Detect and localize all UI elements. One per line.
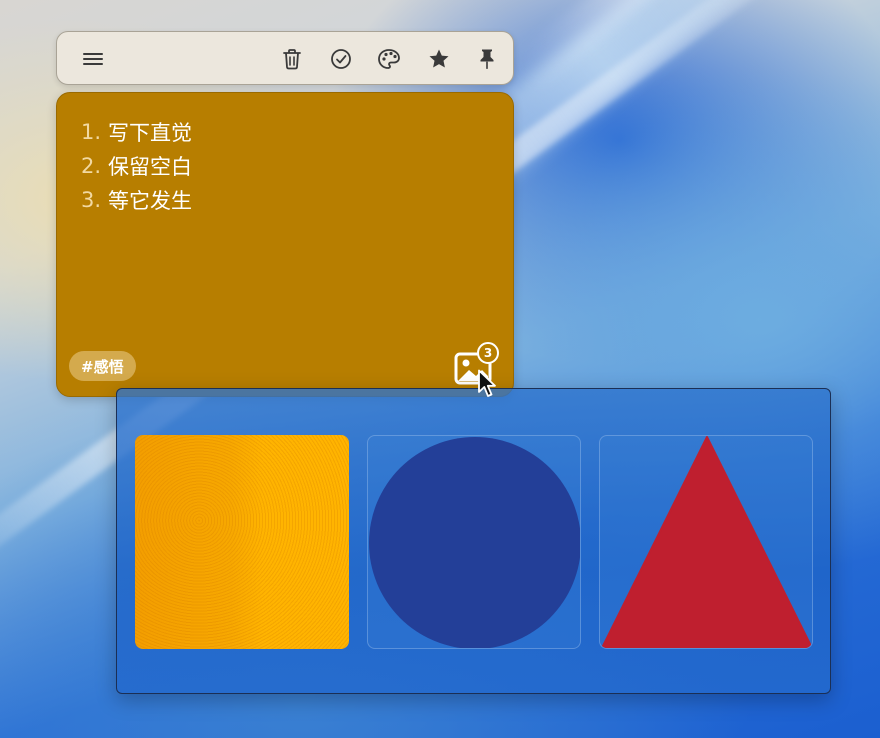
list-item-number: 3. [81, 188, 102, 212]
list-item: 1. 写下直觉 [81, 115, 192, 149]
palette-icon [378, 49, 400, 69]
list-item-number: 1. [81, 120, 102, 144]
trash-icon [283, 49, 301, 70]
tag-chip[interactable]: #感悟 [69, 351, 136, 381]
hamburger-menu-icon [83, 53, 103, 65]
triangle-shape [601, 436, 812, 648]
list-item: 2. 保留空白 [81, 149, 192, 183]
pin-icon [480, 49, 494, 69]
favorite-button[interactable] [425, 45, 453, 73]
desktop-wallpaper: 1. 写下直觉 2. 保留空白 3. 等它发生 #感悟 3 [0, 0, 880, 738]
image-count-badge: 3 [477, 342, 499, 364]
note-card[interactable]: 1. 写下直觉 2. 保留空白 3. 等它发生 #感悟 3 [56, 92, 514, 397]
check-circle-icon [331, 49, 351, 69]
list-item-text: 保留空白 [108, 155, 193, 179]
note-list: 1. 写下直觉 2. 保留空白 3. 等它发生 [81, 115, 192, 217]
image-gallery-popover [116, 388, 831, 694]
circle-shape [369, 437, 580, 648]
list-item-number: 2. [81, 154, 102, 178]
note-toolbar [56, 31, 514, 85]
delete-button[interactable] [278, 45, 306, 73]
image-thumbnail-triangle[interactable] [599, 435, 813, 649]
list-item: 3. 等它发生 [81, 183, 192, 217]
mark-done-button[interactable] [327, 45, 355, 73]
color-button[interactable] [375, 45, 403, 73]
star-icon [429, 49, 449, 68]
list-item-text: 写下直觉 [108, 121, 193, 145]
pin-button[interactable] [473, 45, 501, 73]
image-thumbnail-circle[interactable] [367, 435, 581, 649]
list-item-text: 等它发生 [108, 189, 193, 213]
menu-button[interactable] [79, 45, 107, 73]
image-thumbnail-square[interactable] [135, 435, 349, 649]
